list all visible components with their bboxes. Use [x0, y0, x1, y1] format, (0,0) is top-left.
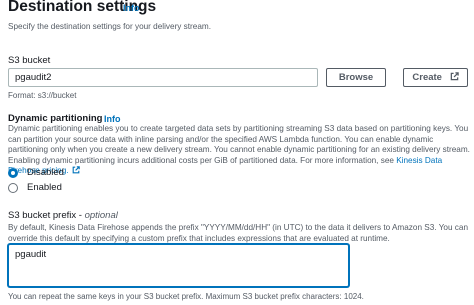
destination-info-link[interactable]: Info — [123, 3, 140, 13]
radio-disabled-control[interactable] — [8, 167, 18, 178]
dynamic-partitioning-info-link[interactable]: Info — [104, 114, 121, 124]
create-bucket-button[interactable]: Create — [403, 68, 468, 87]
browse-button-label: Browse — [338, 72, 374, 83]
external-link-icon — [72, 166, 80, 174]
s3-prefix-textarea[interactable]: pgaudit — [8, 244, 349, 287]
create-button-label: Create — [412, 72, 442, 83]
s3-format-hint: Format: s3://bucket — [8, 91, 77, 100]
dynamic-partitioning-label: Dynamic partitioning — [8, 113, 103, 124]
radio-enabled[interactable]: Enabled — [8, 182, 62, 193]
radio-disabled[interactable]: Disabled — [8, 167, 64, 178]
external-link-icon — [450, 72, 459, 81]
s3-bucket-input[interactable] — [8, 68, 318, 87]
s3-prefix-label: S3 bucket prefix - optional — [8, 210, 118, 221]
radio-enabled-control[interactable] — [8, 182, 18, 193]
s3-bucket-label: S3 bucket — [8, 55, 51, 66]
radio-enabled-label: Enabled — [27, 182, 62, 193]
s3-prefix-label-text: S3 bucket prefix - — [8, 210, 85, 221]
s3-prefix-description: By default, Kinesis Data Firehose append… — [8, 223, 468, 243]
optional-marker: optional — [84, 210, 118, 221]
radio-disabled-label: Disabled — [27, 167, 64, 178]
browse-button[interactable]: Browse — [326, 68, 386, 87]
s3-prefix-hint: You can repeat the same keys in your S3 … — [8, 292, 364, 301]
section-description: Specify the destination settings for you… — [8, 22, 211, 31]
dynamic-partitioning-description: Dynamic partitioning enables you to crea… — [8, 124, 473, 177]
